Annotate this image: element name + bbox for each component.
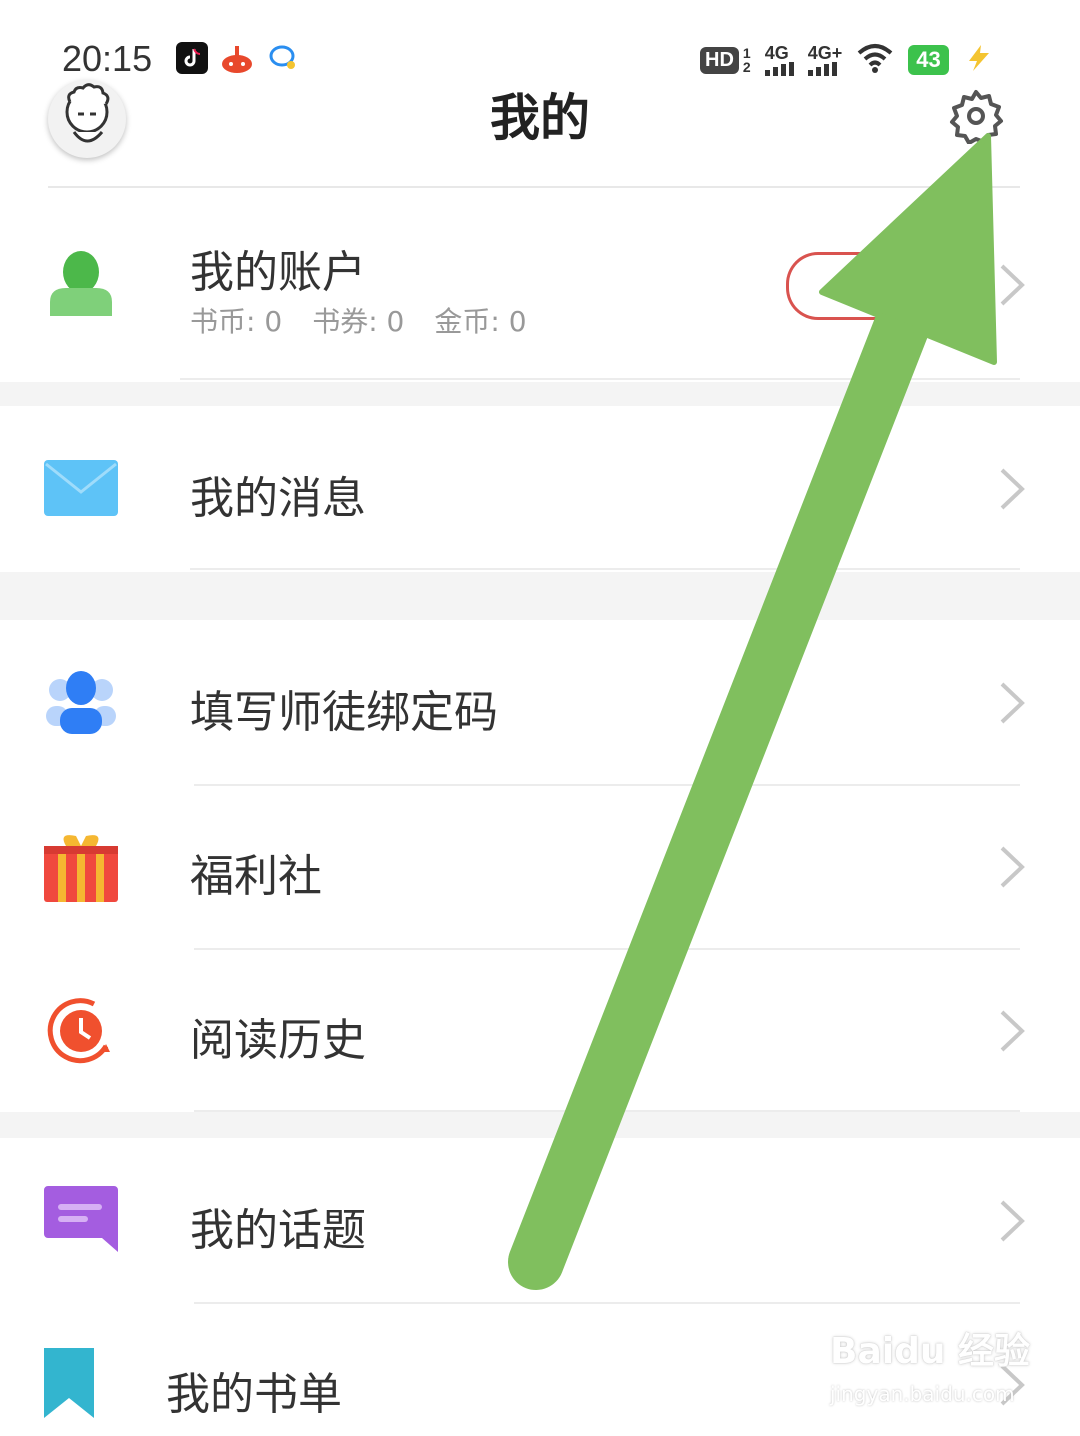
account-row[interactable] <box>0 188 1080 380</box>
topic-chat-icon <box>44 1186 118 1252</box>
battery-icon: 43 <box>908 45 949 75</box>
account-label: 我的账户 <box>190 247 366 298</box>
account-divider <box>180 378 1020 380</box>
status-icons: HD 1 2 4G 4G+ 43 <box>700 40 993 80</box>
messages-divider <box>190 568 1020 570</box>
envelope-icon <box>44 460 118 516</box>
mentor-users-icon <box>46 670 116 734</box>
gift-icon <box>44 830 118 902</box>
settings-gear-icon[interactable] <box>948 88 1004 145</box>
game-icon <box>220 42 254 74</box>
net1-label: 4G <box>764 43 789 63</box>
topics-row[interactable] <box>0 1138 1080 1302</box>
sim2-label: 2 <box>742 59 751 75</box>
history-clock-icon <box>46 996 116 1066</box>
messages-row[interactable] <box>0 406 1080 570</box>
booklist-label: 我的书单 <box>166 1369 342 1420</box>
topics-chevron-right-icon <box>996 1198 1026 1244</box>
mentor-code-row[interactable] <box>0 620 1080 784</box>
section-gap <box>0 382 1080 406</box>
signal-4g-plus-icon: 4G+ <box>807 43 843 76</box>
baidu-watermark: Baidu 经验 <box>830 1331 1031 1372</box>
account-chevron-right-icon <box>996 262 1026 308</box>
bookmark-icon <box>44 1348 94 1418</box>
baidu-watermark-url: jingyan.baidu.com <box>830 1382 1015 1406</box>
recharge-button[interactable] <box>786 252 909 320</box>
account-user-icon <box>50 250 112 316</box>
signal-4g-icon: 4G <box>764 43 794 76</box>
stat-jinbi: 金币: 0 <box>434 305 527 338</box>
page-title: 我的 <box>490 89 590 147</box>
section-gap <box>0 1112 1080 1138</box>
welfare-chevron-right-icon <box>996 844 1026 890</box>
stat-shuquan: 书券: 0 <box>312 305 405 338</box>
topics-label: 我的话题 <box>190 1205 366 1256</box>
chat-icon <box>268 44 298 72</box>
status-time: 20:15 <box>62 38 153 79</box>
history-row[interactable] <box>0 950 1080 1112</box>
section-gap <box>0 572 1080 620</box>
tiktok-icon <box>176 42 208 74</box>
messages-chevron-right-icon <box>996 466 1026 512</box>
net2-label: 4G+ <box>807 43 843 63</box>
sim1-label: 1 <box>742 45 751 61</box>
account-stats: 书币: 0 书券: 0 金币: 0 <box>190 300 527 340</box>
mentor-chevron-right-icon <box>996 680 1026 726</box>
welfare-row[interactable] <box>0 786 1080 948</box>
stat-shubi: 书币: 0 <box>190 305 283 338</box>
charging-icon <box>963 43 993 78</box>
wifi-icon <box>856 43 894 78</box>
welfare-label: 福利社 <box>190 851 322 902</box>
history-label: 阅读历史 <box>190 1015 366 1066</box>
sim-indicator: 1 2 <box>743 46 751 74</box>
messages-label: 我的消息 <box>190 473 366 524</box>
history-chevron-right-icon <box>996 1008 1026 1054</box>
mentor-code-label: 填写师徒绑定码 <box>190 687 498 738</box>
hd-badge: HD <box>700 46 739 74</box>
